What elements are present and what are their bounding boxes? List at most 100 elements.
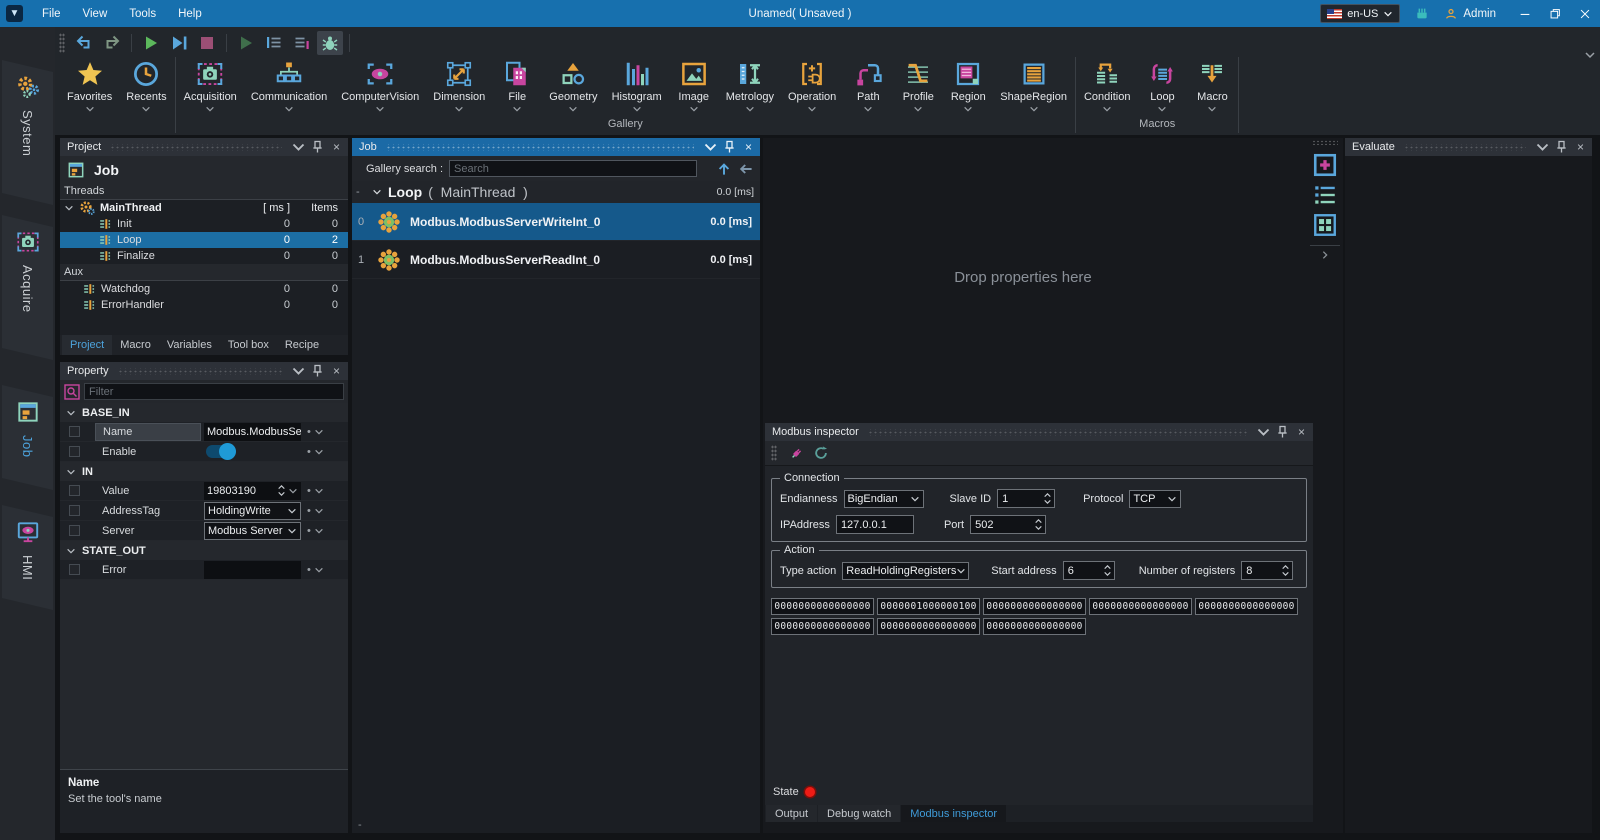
property-row-value[interactable]: HoldingWrite [204,502,301,520]
back-arrow-icon[interactable] [738,161,754,177]
close-button[interactable] [1570,0,1600,27]
property-link-controls[interactable]: • [307,485,324,497]
move-up-arrow-icon[interactable] [716,161,732,177]
gallery-item-macro[interactable]: Macro [1187,57,1237,118]
enable-toggle[interactable] [206,445,236,458]
tab-tool-box[interactable]: Tool box [220,335,277,355]
gallery-item-image[interactable]: Image [669,57,719,118]
undo-button[interactable] [71,31,97,55]
run-button[interactable] [138,31,164,55]
chevron-down-icon[interactable] [745,104,755,114]
tab-debug-watch[interactable]: Debug watch [818,805,900,822]
chevron-down-icon[interactable] [1256,425,1271,439]
thread-row-init[interactable]: Init00 [60,216,348,232]
sidebar-tab-job[interactable]: Job [2,385,53,490]
ip-address-input[interactable]: 127.0.0.1 [836,515,914,534]
job-group-header[interactable]: -Loop( MainThread )0.0 [ms] [352,181,760,203]
gallery-item-geometry[interactable]: Geometry [542,57,604,118]
add-view-button[interactable] [1311,151,1339,179]
pin-icon[interactable] [310,364,325,378]
gallery-item-region[interactable]: Region [943,57,993,118]
chevron-down-icon[interactable] [1029,104,1039,114]
chevron-down-icon[interactable] [1157,104,1167,114]
close-icon[interactable]: × [329,140,344,154]
chevron-down-icon[interactable] [375,104,385,114]
menu-help[interactable]: Help [167,0,213,27]
pin-icon[interactable] [1275,425,1290,439]
chevron-down-icon[interactable] [284,104,294,114]
thread-row-finalize[interactable]: Finalize00 [60,248,348,264]
chevron-down-icon[interactable] [863,104,873,114]
hscroll-minus[interactable]: - [358,819,362,831]
gallery-search-input[interactable] [449,160,697,177]
device-icon[interactable] [1414,6,1430,22]
chevron-down-icon[interactable] [963,104,973,114]
tab-variables[interactable]: Variables [159,335,220,355]
gallery-item-metrology[interactable]: Metrology [719,57,781,118]
chevron-down-icon[interactable] [205,104,215,114]
property-group-in[interactable]: IN [60,462,348,481]
gallery-item-recents[interactable]: Recents [119,57,173,118]
close-icon[interactable]: × [1294,425,1309,439]
chevron-down-icon[interactable] [568,104,578,114]
menu-view[interactable]: View [72,0,119,27]
maximize-button[interactable] [1540,0,1570,27]
chevron-down-icon[interactable] [454,104,464,114]
gallery-item-dimension[interactable]: Dimension [426,57,492,118]
gallery-item-favorites[interactable]: Favorites [60,57,119,118]
chevron-down-icon[interactable] [64,203,74,213]
value-dropdown[interactable]: Modbus Server [204,522,301,540]
start-address-spinner[interactable]: 6 [1063,561,1115,580]
gallery-item-computervision[interactable]: ComputerVision [334,57,426,118]
chevron-down-icon[interactable] [291,364,306,378]
spinner-icon[interactable] [1103,563,1112,578]
pin-icon[interactable] [1554,140,1569,154]
spinner-icon[interactable] [1034,517,1043,532]
type-action-select[interactable]: ReadHoldingRegisters [842,562,969,580]
chevron-down-icon[interactable] [807,104,817,114]
property-group-state_out[interactable]: STATE_OUT [60,541,348,560]
chevron-down-icon[interactable] [913,104,923,114]
slave-id-spinner[interactable]: 1 [997,489,1055,508]
chevron-down-icon[interactable] [85,104,95,114]
property-row-value[interactable] [204,443,301,461]
job-item-row[interactable]: 1Modbus.ModbusServerReadInt_00.0 [ms] [352,241,760,279]
gallery-item-condition[interactable]: Condition [1077,57,1137,118]
property-link-controls[interactable]: • [307,446,324,458]
property-row-value[interactable]: Modbus.ModbusServer [204,423,301,441]
gallery-item-operation[interactable]: Operation [781,57,843,118]
menu-file[interactable]: File [31,0,72,27]
gallery-item-loop[interactable]: Loop [1137,57,1187,118]
listview-view-button[interactable] [1311,181,1339,209]
spinner-icon[interactable] [1281,563,1290,578]
property-row-value[interactable]: 19803190 [204,482,301,500]
chevron-down-icon[interactable] [1102,104,1112,114]
list-indent-button[interactable] [289,31,315,55]
property-row-checkbox[interactable] [69,525,80,536]
connect-button[interactable] [789,445,805,461]
refresh-button[interactable] [813,445,829,461]
chevron-down-icon[interactable] [1535,140,1550,154]
gallery-item-communication[interactable]: Communication [244,57,334,118]
property-row-checkbox[interactable] [69,564,80,575]
gallery-item-histogram[interactable]: Histogram [605,57,669,118]
chevron-down-icon[interactable] [512,104,522,114]
tab-output[interactable]: Output [766,805,817,822]
stop-button[interactable] [194,31,220,55]
close-icon[interactable]: × [1573,140,1588,154]
thread-header-row[interactable]: MainThread[ ms ]Items [60,200,348,216]
chevron-down-icon[interactable] [372,187,382,197]
register-count-spinner[interactable]: 8 [1241,561,1293,580]
chevron-down-icon[interactable] [632,104,642,114]
gallery-item-profile[interactable]: Profile [893,57,943,118]
property-row-value[interactable]: Modbus Server [204,522,301,540]
tab-project[interactable]: Project [62,335,112,355]
minimize-button[interactable] [1510,0,1540,27]
property-filter-input[interactable] [84,383,344,400]
aux-row-errorhandler[interactable]: ErrorHandler00 [60,297,348,313]
chevron-down-icon[interactable] [291,140,306,154]
chevron-down-icon[interactable] [1207,104,1217,114]
property-row-checkbox[interactable] [69,426,80,437]
step-run-button[interactable] [166,31,192,55]
tab-macro[interactable]: Macro [112,335,159,355]
